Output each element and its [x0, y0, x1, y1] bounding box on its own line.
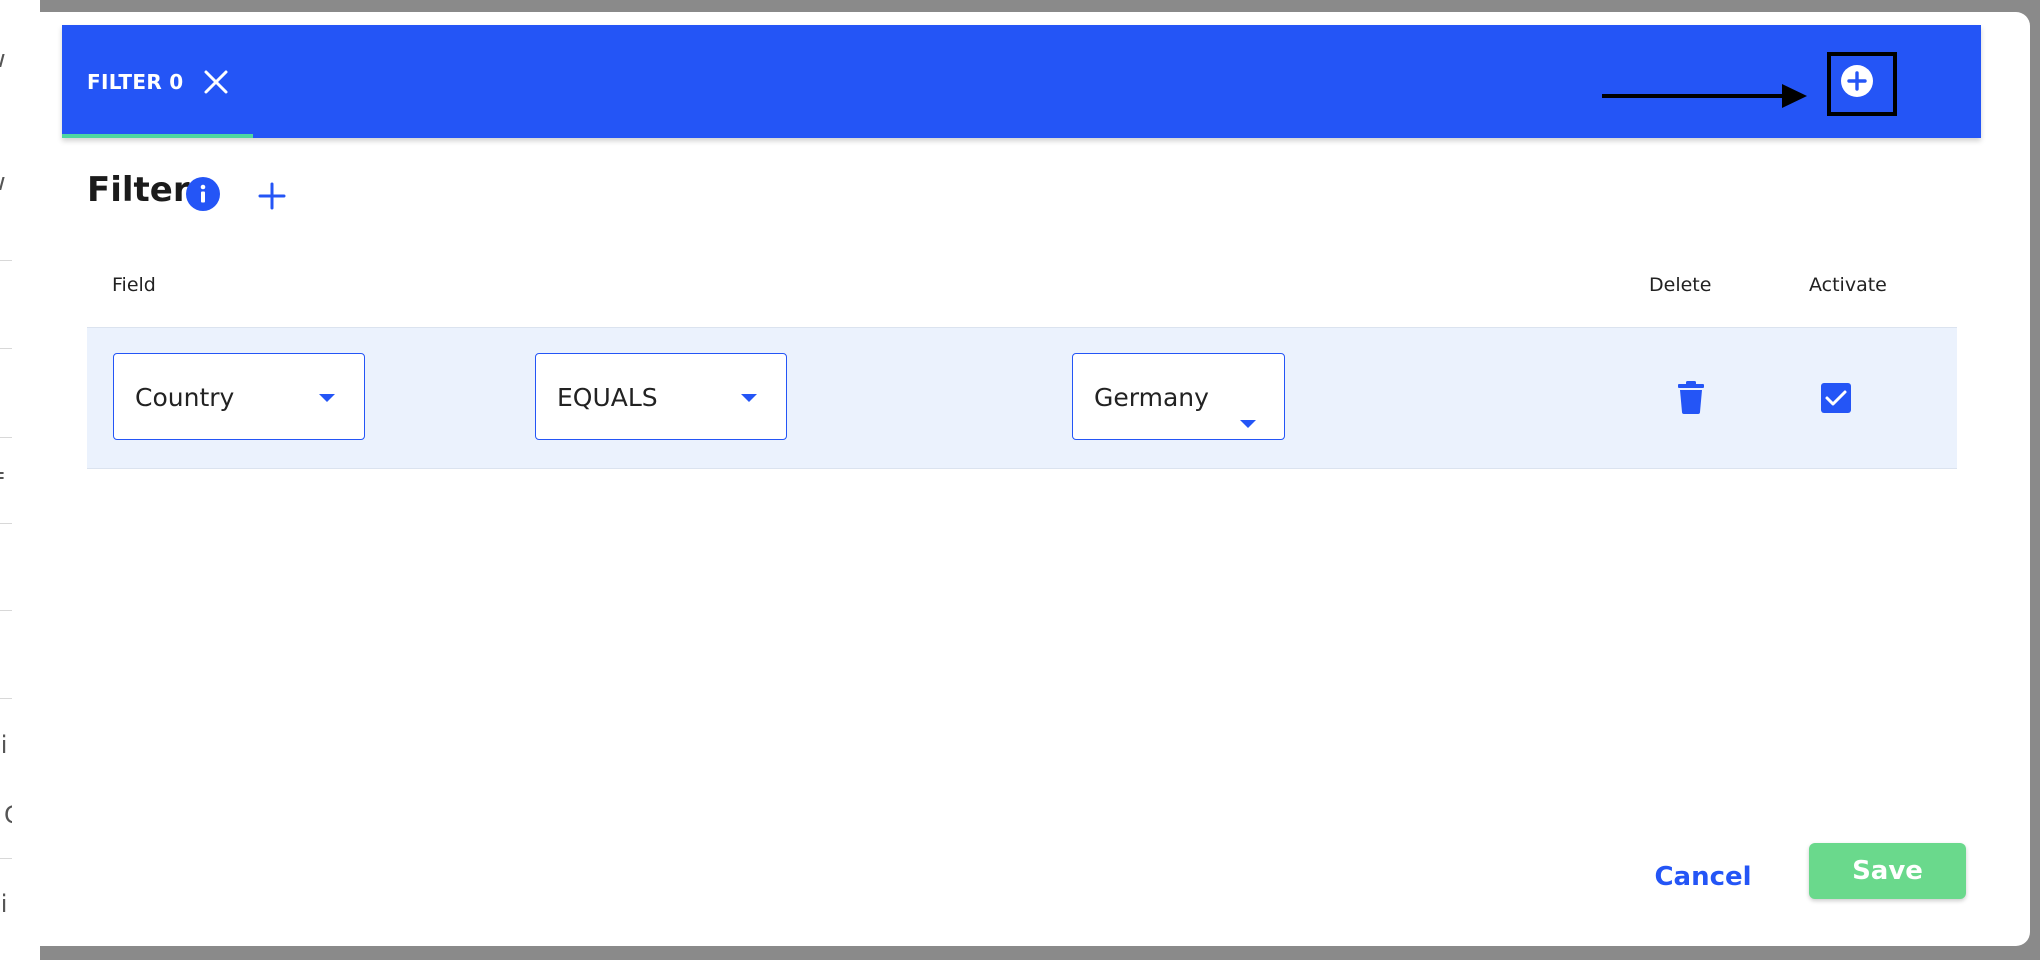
column-header-field: Field: [112, 274, 156, 296]
caret-down-icon: [319, 394, 335, 402]
value-select[interactable]: Germany: [1072, 353, 1285, 440]
cancel-button[interactable]: Cancel: [1652, 855, 1754, 899]
info-icon[interactable]: [186, 177, 220, 211]
field-select-value: Country: [135, 383, 235, 412]
filter-row: Country EQUALS Germany: [87, 327, 1957, 469]
caret-down-icon: [1240, 420, 1256, 428]
background-text: =: [0, 463, 6, 487]
active-tab-indicator: [62, 134, 253, 138]
background-text: E: [0, 645, 1, 669]
background-text: n: [0, 295, 1, 319]
tab-bar: FILTER 0: [62, 25, 1981, 138]
trash-icon[interactable]: [1677, 380, 1705, 414]
background-text: ei: [0, 731, 8, 759]
column-header-delete: Delete: [1649, 274, 1712, 296]
background-text: e: [0, 768, 1, 792]
filter-title: Filter: [87, 170, 190, 210]
background-text: e: [0, 558, 1, 582]
background-text: n: [0, 383, 1, 407]
operator-select-value: EQUALS: [557, 383, 658, 412]
close-icon[interactable]: [202, 68, 230, 96]
background-text: ai: [0, 890, 8, 918]
filter-modal: FILTER 0 Filter Field Delete Activate Co…: [12, 12, 2030, 946]
background-text: w: [0, 47, 6, 71]
column-header-activate: Activate: [1809, 274, 1887, 296]
background-text: b: [0, 206, 1, 230]
value-select-value: Germany: [1094, 383, 1209, 412]
save-button[interactable]: Save: [1809, 843, 1966, 899]
plus-circle-icon[interactable]: [1841, 65, 1873, 97]
arrow-right-icon: [1602, 84, 1807, 108]
operator-select[interactable]: EQUALS: [535, 353, 787, 440]
background-text: w: [0, 170, 6, 194]
caret-down-icon: [741, 394, 757, 402]
field-select[interactable]: Country: [113, 353, 365, 440]
tab-label: FILTER 0: [87, 69, 184, 94]
plus-icon[interactable]: [258, 182, 286, 210]
background-text: e: [0, 84, 1, 108]
checkbox-checked-icon[interactable]: [1821, 383, 1851, 413]
tab-filter-0[interactable]: FILTER 0: [62, 25, 253, 138]
